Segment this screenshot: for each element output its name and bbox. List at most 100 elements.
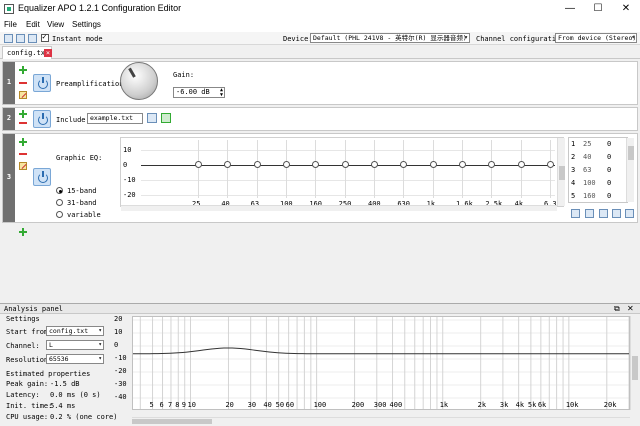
eq-grid-vline: [344, 140, 346, 198]
reset-icon[interactable]: [612, 209, 621, 218]
instant-mode-label: Instant mode: [52, 35, 103, 43]
band-table-row[interactable]: 2 40 0: [569, 153, 629, 165]
open-folder-icon[interactable]: [147, 113, 157, 123]
fr-y-tick: 10: [114, 328, 123, 336]
band-index: 2: [571, 153, 576, 161]
import-icon[interactable]: [571, 209, 580, 218]
fr-x-tick: 20k: [604, 401, 617, 409]
invert-icon[interactable]: [599, 209, 608, 218]
band-table[interactable]: 1 25 0 2 40 0 3 63 0 4 100 0 5 160 0: [568, 137, 628, 203]
eq-band-handle[interactable]: [253, 161, 261, 168]
analysis-v-scrollbar[interactable]: [630, 316, 638, 410]
fr-x-tick: 40: [263, 401, 271, 409]
tab-config[interactable]: config.txt ×: [2, 46, 52, 59]
eq-band-handle[interactable]: [429, 161, 437, 168]
eq-band-handle[interactable]: [224, 161, 232, 168]
add-filter-icon[interactable]: [19, 66, 27, 74]
remove-filter-icon[interactable]: [19, 150, 27, 158]
edit-icon[interactable]: [19, 91, 27, 99]
instant-mode-checkbox[interactable]: [41, 32, 49, 42]
eq-band-handle[interactable]: [547, 161, 554, 168]
gain-input[interactable]: -6.00 dB ▲ ▼: [173, 87, 225, 98]
close-button[interactable]: ✕: [612, 0, 640, 18]
channel-select[interactable]: L ▾: [46, 340, 104, 350]
eq-grid-vline: [432, 140, 434, 198]
eq-grid-hline: [141, 194, 555, 196]
eq-grid-vline: [520, 140, 522, 198]
power-toggle-button[interactable]: [33, 74, 51, 92]
band-table-row[interactable]: 3 63 0: [569, 166, 629, 178]
cpu-usage-label: CPU usage:: [6, 413, 49, 421]
fr-x-tick: 7: [168, 401, 172, 409]
close-tab-icon[interactable]: ×: [44, 49, 52, 57]
eq-grid-vline: [256, 140, 258, 198]
fr-x-tick: 300: [374, 401, 387, 409]
normalize-icon[interactable]: [625, 209, 634, 218]
eq-band-handle[interactable]: [459, 161, 466, 168]
band-table-row[interactable]: 5 160 0: [569, 192, 629, 204]
fr-x-tick: 5k: [528, 401, 537, 409]
eq-graph-scrollbar[interactable]: [557, 138, 565, 206]
band-gain: 0: [607, 166, 612, 174]
band-table-row[interactable]: 1 25 0: [569, 140, 629, 152]
eq-grid-vline: [462, 140, 463, 198]
band-table-scrollbar[interactable]: [626, 138, 634, 202]
graphic-eq-graph[interactable]: 10 0 -10 -20 25 40 63 100 160 250 400 630 1k 1.6k 2.5k…: [120, 137, 564, 208]
resolution-select[interactable]: 65536 ▾: [46, 354, 104, 364]
remove-filter-icon[interactable]: [19, 79, 27, 87]
export-icon[interactable]: [585, 209, 594, 218]
menu-view[interactable]: View: [47, 20, 64, 29]
close-panel-icon[interactable]: ✕: [627, 304, 634, 313]
window-title: Equalizer APO 1.2.1 Configuration Editor: [18, 3, 182, 13]
new-file-icon[interactable]: [4, 34, 13, 43]
radio-31-band-label: 31-band: [67, 199, 97, 207]
power-toggle-button[interactable]: [33, 110, 51, 128]
remove-filter-icon[interactable]: [19, 119, 27, 127]
radio-variable[interactable]: [56, 211, 63, 218]
band-gain: 0: [607, 153, 612, 161]
radio-15-band[interactable]: [56, 187, 63, 194]
include-file-input[interactable]: example.txt: [87, 113, 143, 124]
channel-config-select[interactable]: From device (Stereo) ▾: [555, 33, 637, 43]
init-time-label: Init. time:: [6, 402, 53, 410]
minimize-button[interactable]: —: [556, 0, 584, 18]
radio-31-band[interactable]: [56, 199, 63, 206]
eq-graph-h-scrollbar[interactable]: [121, 205, 557, 211]
fr-x-tick: 10: [187, 401, 195, 409]
eq-band-handle[interactable]: [341, 161, 349, 168]
menu-file[interactable]: File: [4, 20, 17, 29]
power-toggle-button[interactable]: [33, 168, 51, 186]
eq-y-tick: -20: [123, 190, 136, 199]
eq-y-tick: 10: [123, 145, 132, 154]
band-table-row[interactable]: 4 100 0: [569, 179, 629, 191]
eq-band-handle[interactable]: [400, 161, 408, 168]
save-icon[interactable]: [28, 34, 37, 43]
maximize-button[interactable]: ☐: [584, 0, 612, 18]
menu-settings[interactable]: Settings: [72, 20, 101, 29]
preamp-knob[interactable]: [120, 62, 158, 100]
add-filter-icon[interactable]: [19, 228, 27, 236]
spinner-arrows-icon[interactable]: ▲ ▼: [220, 88, 223, 98]
eq-band-handle[interactable]: [283, 161, 290, 168]
device-select[interactable]: Default (PHL 241V8 - 英特尔(R) 显示器音频) ▾: [310, 33, 470, 43]
add-filter-icon[interactable]: [19, 138, 27, 146]
eq-band-handle[interactable]: [488, 161, 496, 168]
analysis-h-scrollbar[interactable]: [132, 417, 630, 424]
analysis-settings: Settings Start from: config.txt ▾ Channe…: [0, 314, 117, 426]
add-filter-icon[interactable]: [19, 110, 27, 118]
eq-band-handle[interactable]: [517, 161, 525, 168]
edit-icon[interactable]: [19, 162, 27, 170]
open-folder-icon[interactable]: [16, 34, 25, 43]
undock-icon[interactable]: ⧉: [614, 304, 620, 314]
init-time-value: 5.4 ms: [50, 402, 76, 410]
fr-x-tick: 2k: [478, 401, 487, 409]
analysis-panel-title: Analysis panel: [4, 305, 64, 313]
open-file-icon[interactable]: [161, 113, 171, 123]
start-from-select[interactable]: config.txt ▾: [46, 326, 104, 336]
menu-edit[interactable]: Edit: [26, 20, 40, 29]
eq-band-handle[interactable]: [195, 161, 202, 168]
eq-band-handle[interactable]: [312, 161, 320, 168]
settings-heading: Settings: [6, 315, 40, 323]
eq-band-handle[interactable]: [371, 161, 378, 168]
frequency-response-chart[interactable]: 5 6 7 8 9 10 20 30 40 50 60 100 200 300 400 1k 2k 3k 4k 5k 6…: [132, 316, 630, 410]
